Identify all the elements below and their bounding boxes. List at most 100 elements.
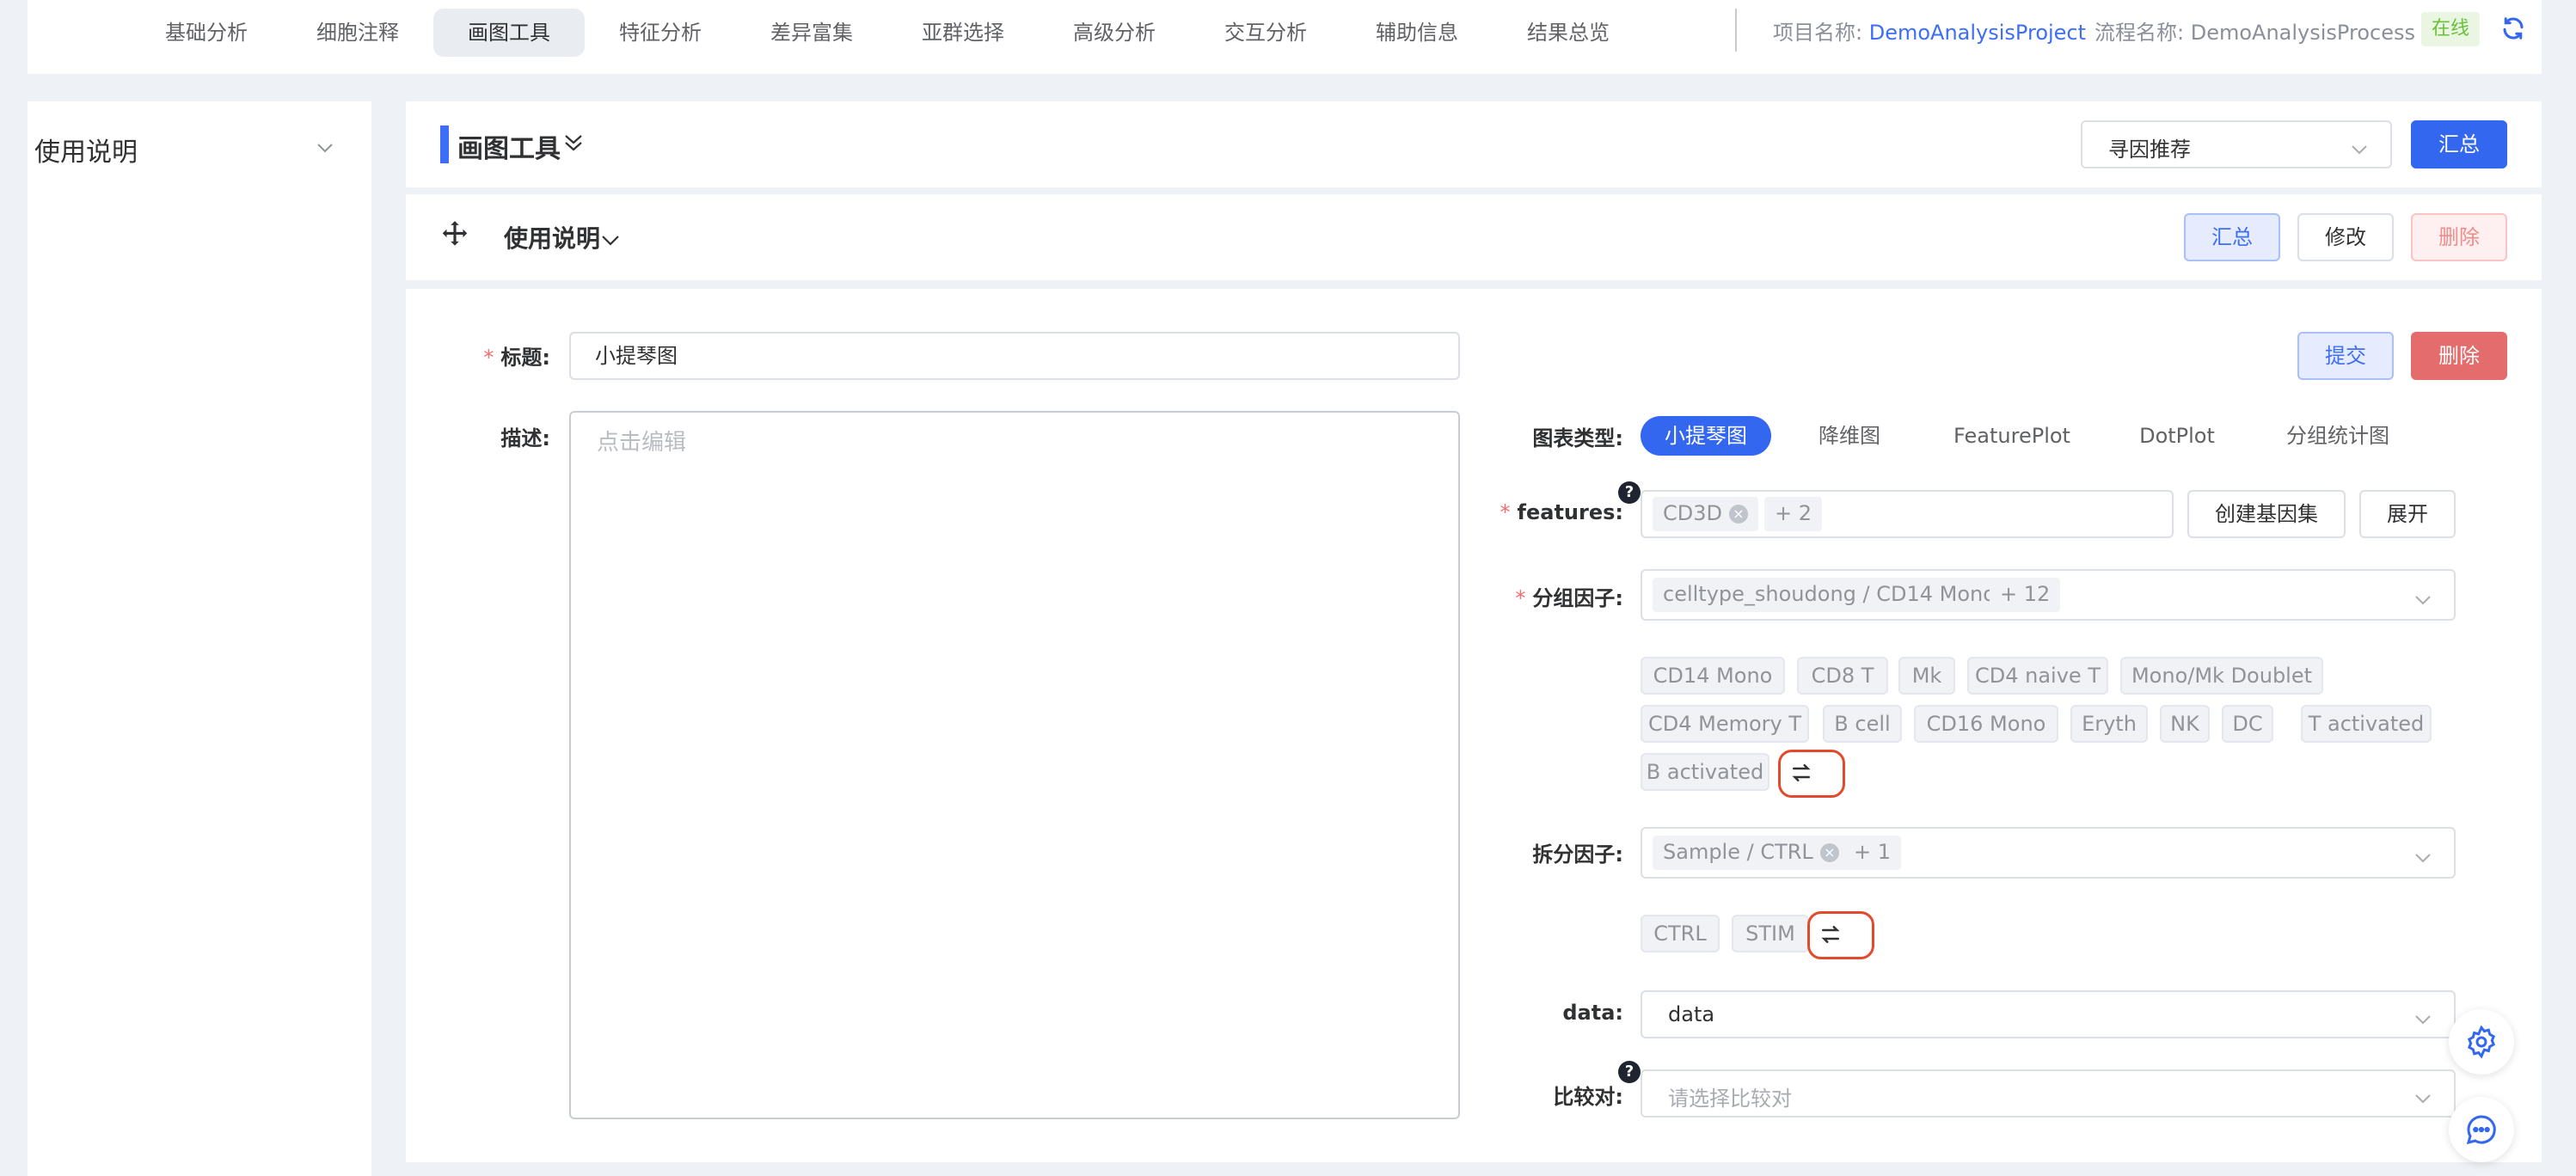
- submit-button[interactable]: 提交: [2297, 332, 2394, 380]
- description-textarea[interactable]: 点击编辑: [569, 411, 1460, 1119]
- features-tag: CD3D ×: [1653, 497, 1758, 531]
- split-value-tag[interactable]: STIM: [1732, 915, 1809, 952]
- group-value-tag[interactable]: CD4 naive T: [1967, 657, 2108, 695]
- chart-type-label: 图表类型:: [1532, 426, 1623, 450]
- title-input[interactable]: 小提琴图: [569, 332, 1460, 380]
- group-value-tag[interactable]: B cell: [1823, 705, 1902, 743]
- move-drag-icon[interactable]: [439, 218, 471, 256]
- group-value-tag[interactable]: Mono/Mk Doublet: [2120, 657, 2323, 695]
- close-icon[interactable]: ×: [1819, 843, 1839, 862]
- description-field-label: 描述:: [500, 426, 550, 450]
- data-field-label: data:: [1562, 1001, 1623, 1025]
- swap-arrows-icon[interactable]: [1788, 760, 1814, 791]
- features-tag-text: CD3D: [1663, 501, 1722, 525]
- section-title-text: 使用说明: [504, 224, 601, 253]
- title-field-label: * 标题:: [447, 340, 550, 371]
- chevron-down-icon[interactable]: [315, 136, 335, 160]
- chart-type-dimred[interactable]: 降维图: [1799, 416, 1900, 456]
- split-value-tag[interactable]: CTRL: [1641, 915, 1720, 952]
- group-value-tag[interactable]: NK: [2160, 705, 2210, 743]
- group-value-tag[interactable]: Eryth: [2070, 705, 2148, 743]
- split-factor-tag: Sample / CTRL ×: [1653, 836, 1849, 870]
- chevron-down-icon: [2413, 846, 2433, 870]
- nav-tab-advanced-analysis[interactable]: 高级分析: [1054, 9, 1175, 57]
- nav-tab-plot-tools[interactable]: 画图工具: [433, 9, 585, 57]
- compare-pair-label: 比较对:: [1553, 1085, 1623, 1109]
- group-factor-label-text: 分组因子:: [1532, 586, 1623, 610]
- description-placeholder: 点击编辑: [597, 430, 687, 456]
- process-name-label-text: 流程名称:: [2095, 21, 2185, 45]
- chat-float-button[interactable]: [2449, 1097, 2514, 1162]
- group-factor-select[interactable]: celltype_shoudong / CD14 Mono + 12: [1641, 569, 2456, 621]
- group-value-tag[interactable]: Mk: [1898, 657, 1955, 695]
- nav-divider: [1735, 9, 1737, 52]
- group-value-tag[interactable]: DC: [2222, 705, 2273, 743]
- process-name-label: 流程名称: DemoAnalysisProcess: [2095, 15, 2415, 46]
- recommend-select-value: 寻因推荐: [2108, 138, 2191, 162]
- chat-bubble-icon: [2464, 1112, 2499, 1152]
- refresh-icon[interactable]: [2500, 14, 2526, 43]
- page-title-text: 画图工具: [457, 134, 561, 164]
- project-name-value: DemoAnalysisProject: [1868, 21, 2087, 45]
- project-name-label: 项目名称: DemoAnalysisProject: [1773, 15, 2086, 46]
- data-select[interactable]: data: [1641, 990, 2456, 1038]
- group-factor-more-count: + 12: [1990, 578, 2061, 612]
- page-title: 画图工具: [457, 127, 561, 165]
- nav-tab-cell-annotation[interactable]: 细胞注释: [297, 9, 418, 57]
- required-mark: *: [483, 346, 494, 370]
- features-more-count: + 2: [1764, 497, 1823, 531]
- group-value-tag[interactable]: CD4 Memory T: [1641, 705, 1809, 743]
- chevron-down-icon[interactable]: [600, 229, 621, 253]
- nav-tab-basic-analysis[interactable]: 基础分析: [146, 9, 267, 57]
- swap-arrows-icon[interactable]: [1818, 922, 1843, 952]
- data-select-value: data: [1668, 1002, 1715, 1026]
- recommend-select[interactable]: 寻因推荐: [2081, 120, 2392, 168]
- split-factor-label: 拆分因子:: [1532, 842, 1623, 867]
- nav-tab-interaction-analysis[interactable]: 交互分析: [1205, 9, 1326, 57]
- features-label: * features:: [1496, 500, 1623, 524]
- nav-tab-feature-analysis[interactable]: 特征分析: [600, 9, 721, 57]
- compare-pair-select[interactable]: 请选择比较对: [1641, 1069, 2456, 1118]
- nav-tab-results-overview[interactable]: 结果总览: [1508, 9, 1628, 57]
- sidebar-usage-title[interactable]: 使用说明: [34, 131, 138, 168]
- chevron-down-icon: [2349, 138, 2370, 162]
- nav-tab-diff-enrichment[interactable]: 差异富集: [751, 9, 872, 57]
- double-chevron-down-icon[interactable]: [562, 131, 585, 160]
- gear-icon: [2464, 1025, 2499, 1064]
- project-name-label-text: 项目名称:: [1773, 21, 1863, 45]
- nav-tab-subgroup-select[interactable]: 亚群选择: [903, 9, 1023, 57]
- create-geneset-button[interactable]: 创建基因集: [2187, 490, 2346, 538]
- form-delete-button[interactable]: 删除: [2411, 332, 2507, 380]
- title-accent-bar: [440, 126, 449, 163]
- group-value-tag[interactable]: CD8 T: [1797, 657, 1888, 695]
- online-status-badge: 在线: [2421, 12, 2480, 46]
- group-value-tag[interactable]: T activated: [2301, 705, 2432, 743]
- section-delete-button[interactable]: 删除: [2411, 213, 2507, 261]
- compare-pair-placeholder: 请选择比较对: [1668, 1087, 1792, 1111]
- left-sidebar: [28, 101, 371, 1176]
- group-factor-label: * 分组因子:: [1496, 581, 1623, 611]
- chart-type-featureplot[interactable]: FeaturePlot: [1943, 416, 2081, 456]
- features-select[interactable]: CD3D × + 2: [1641, 490, 2174, 538]
- group-factor-tag: celltype_shoudong / CD14 Mono: [1653, 578, 2006, 612]
- required-mark: *: [1500, 500, 1511, 524]
- split-factor-more-count: + 1: [1843, 836, 1902, 870]
- group-value-tag[interactable]: CD16 Mono: [1914, 705, 2058, 743]
- required-mark: *: [1515, 586, 1526, 610]
- chart-type-violin[interactable]: 小提琴图: [1641, 416, 1771, 456]
- settings-float-button[interactable]: [2449, 1009, 2514, 1075]
- chevron-down-icon: [2413, 1008, 2433, 1032]
- section-title: 使用说明: [504, 220, 600, 254]
- nav-tab-aux-info[interactable]: 辅助信息: [1357, 9, 1477, 57]
- split-factor-select[interactable]: Sample / CTRL × + 1: [1641, 827, 2456, 879]
- chevron-down-icon: [2413, 588, 2433, 612]
- group-value-tag[interactable]: CD14 Mono: [1641, 657, 1785, 695]
- section-edit-button[interactable]: 修改: [2297, 213, 2394, 261]
- expand-button[interactable]: 展开: [2359, 490, 2456, 538]
- chart-type-dotplot[interactable]: DotPlot: [2122, 416, 2232, 456]
- close-icon[interactable]: ×: [1729, 505, 1748, 524]
- group-value-tag[interactable]: B activated: [1641, 753, 1769, 791]
- section-summary-button[interactable]: 汇总: [2184, 213, 2280, 261]
- chart-type-group-stats[interactable]: 分组统计图: [2270, 416, 2406, 456]
- header-summary-button[interactable]: 汇总: [2411, 120, 2507, 168]
